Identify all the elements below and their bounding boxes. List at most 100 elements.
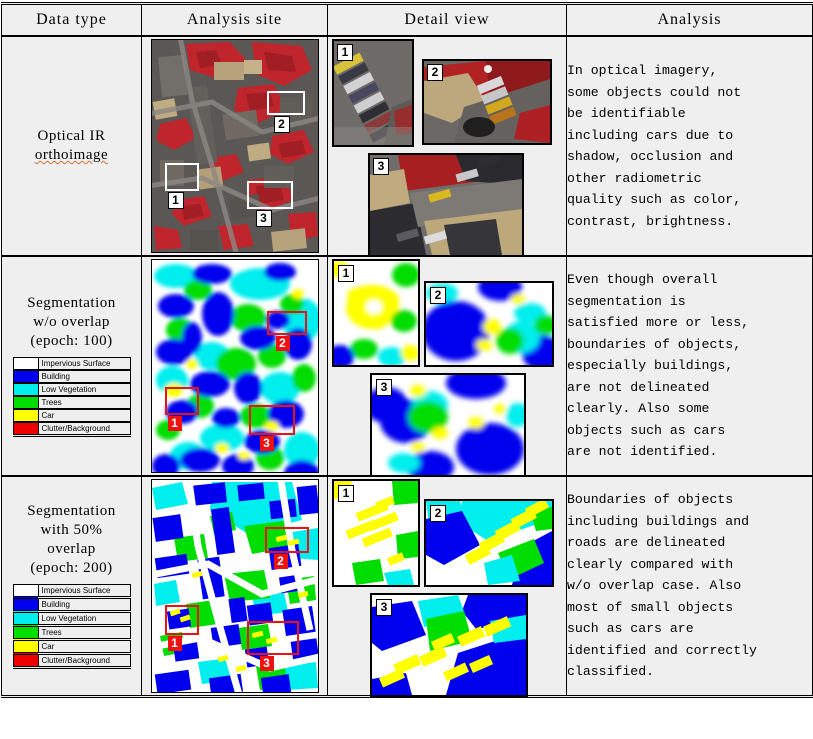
analysis-cell-1: In optical imagery, some objects could n… [566, 35, 813, 257]
legend-swatch-trees [12, 624, 39, 641]
analysis-cell-3: Boundaries of objects including building… [566, 475, 813, 698]
detail-view-cell-2: 1 2 3 [327, 255, 567, 477]
site-marker-3: 3 [259, 656, 274, 671]
detail-view-cell-3: 1 2 3 [327, 475, 567, 698]
legend-row: Car [12, 638, 131, 655]
legend-swatch-trees [12, 395, 39, 410]
legend-row: Clutter/Background [12, 652, 131, 669]
analysis-site-cell-2: 1 2 3 [141, 255, 328, 477]
legend-label-impervious: Impervious Surface [37, 356, 131, 371]
legend-swatch-impervious [12, 583, 39, 599]
site-marker-1: 1 [167, 636, 182, 651]
detail-panel-1: 1 [332, 39, 414, 147]
data-type-line-3b: with 50% [40, 521, 103, 538]
segmentation-overview-overlap: 1 2 3 [150, 479, 319, 693]
site-marker-2: 2 [273, 116, 290, 133]
analysis-text-3: Boundaries of objects including building… [567, 492, 757, 680]
detail-panel-label-3: 3 [376, 599, 392, 616]
legend-row: Low Vegetation [12, 610, 131, 627]
legend-label-trees: Trees [37, 395, 131, 410]
detail-panels-2: 1 2 3 [328, 257, 560, 477]
data-type-line-3c: overlap [47, 540, 96, 557]
comparison-table: Data type Analysis site Detail view Anal… [1, 2, 813, 698]
detail-panel-label-2: 2 [430, 287, 446, 304]
legend-swatch-clutter [12, 652, 39, 669]
legend-label-clutter: Clutter/Background [37, 652, 131, 669]
site-marker-3: 3 [259, 436, 274, 451]
legend-label-clutter: Clutter/Background [37, 421, 131, 437]
site-marker-2: 2 [275, 336, 290, 351]
detail-panel-label-2: 2 [430, 505, 446, 522]
data-type-line-2c: (epoch: 100) [30, 332, 113, 349]
legend-row: Clutter/Background [12, 421, 131, 437]
detail-panel-label-1: 1 [338, 265, 354, 282]
detail-panel-2: 2 [424, 281, 554, 367]
detail-panel-1: 1 [332, 479, 420, 587]
legend-row: Low Vegetation [12, 382, 131, 397]
table-header-row: Data type Analysis site Detail view Anal… [1, 2, 813, 37]
data-type-label-2: Segmentation w/o overlap (epoch: 100) [2, 294, 141, 351]
data-type-line-1b: orthoimage [34, 147, 109, 163]
orthoimage-overview: 1 2 3 [150, 39, 319, 253]
class-legend-3: Impervious Surface Building Low Vegetati… [12, 583, 131, 669]
legend-row: Trees [12, 395, 131, 410]
legend-label-low-vegetation: Low Vegetation [37, 382, 131, 397]
detail-panel-3: 3 [370, 373, 526, 477]
table-row-seg-overlap: Segmentation with 50% overlap (epoch: 20… [1, 475, 813, 698]
site-marker-2: 2 [273, 554, 288, 569]
site-marker-1: 1 [167, 416, 182, 431]
detail-panel-3: 3 [368, 153, 524, 257]
legend-swatch-building [12, 596, 39, 613]
legend-swatch-clutter [12, 421, 39, 437]
legend-row: Impervious Surface [12, 583, 131, 599]
page-root: Data type Analysis site Detail view Anal… [0, 2, 813, 739]
analysis-cell-2: Even though overall segmentation is sati… [566, 255, 813, 477]
detail-panel-label-3: 3 [373, 158, 389, 175]
detail-panel-label-3: 3 [376, 379, 392, 396]
detail-panel-label-2: 2 [427, 64, 443, 81]
detail-panels-3: 1 2 3 [328, 477, 560, 697]
legend-row: Impervious Surface [12, 356, 131, 371]
legend-label-car: Car [37, 408, 131, 423]
legend-row: Car [12, 408, 131, 423]
data-type-line-1a: Optical IR [37, 128, 106, 144]
header-analysis: Analysis [566, 2, 813, 37]
detail-panel-label-1: 1 [338, 485, 354, 502]
data-type-line-3d: (epoch: 200) [30, 559, 113, 576]
legend-label-low-vegetation: Low Vegetation [37, 610, 131, 627]
legend-row: Trees [12, 624, 131, 641]
data-type-cell-3: Segmentation with 50% overlap (epoch: 20… [1, 475, 142, 698]
legend-swatch-impervious [12, 356, 39, 371]
legend-label-impervious: Impervious Surface [37, 583, 131, 599]
legend-swatch-car [12, 638, 39, 655]
class-legend-2: Impervious Surface Building Low Vegetati… [12, 356, 131, 437]
analysis-site-cell-3: 1 2 3 [141, 475, 328, 698]
data-type-line-2a: Segmentation [27, 294, 116, 311]
legend-label-car: Car [37, 638, 131, 655]
segmentation-overview-no-overlap: 1 2 3 [150, 259, 319, 473]
legend-swatch-low-vegetation [12, 382, 39, 397]
detail-panel-1: 1 [332, 259, 420, 367]
detail-view-cell-1: 1 2 3 [327, 35, 567, 257]
data-type-label-1: Optical IR orthoimage [2, 127, 141, 165]
data-type-label-3: Segmentation with 50% overlap (epoch: 20… [2, 502, 141, 578]
legend-label-building: Building [37, 596, 131, 613]
site-marker-1: 1 [167, 192, 184, 209]
header-detail-view: Detail view [327, 2, 567, 37]
header-analysis-site: Analysis site [141, 2, 328, 37]
site-marker-3: 3 [255, 210, 272, 227]
detail-panel-2: 2 [422, 59, 552, 145]
legend-row: Building [12, 369, 131, 384]
legend-swatch-car [12, 408, 39, 423]
legend-swatch-building [12, 369, 39, 384]
table-row-seg-no-overlap: Segmentation w/o overlap (epoch: 100) Im… [1, 255, 813, 477]
detail-panel-3: 3 [370, 593, 528, 697]
analysis-text-1: In optical imagery, some objects could n… [567, 63, 742, 229]
legend-row: Building [12, 596, 131, 613]
detail-panel-label-1: 1 [337, 44, 353, 61]
table-row-optical-ir: Optical IR orthoimage 1 2 3 1 2 3 In opt… [1, 35, 813, 257]
data-type-line-3a: Segmentation [27, 502, 116, 519]
legend-swatch-low-vegetation [12, 610, 39, 627]
legend-label-building: Building [37, 369, 131, 384]
data-type-cell-2: Segmentation w/o overlap (epoch: 100) Im… [1, 255, 142, 477]
